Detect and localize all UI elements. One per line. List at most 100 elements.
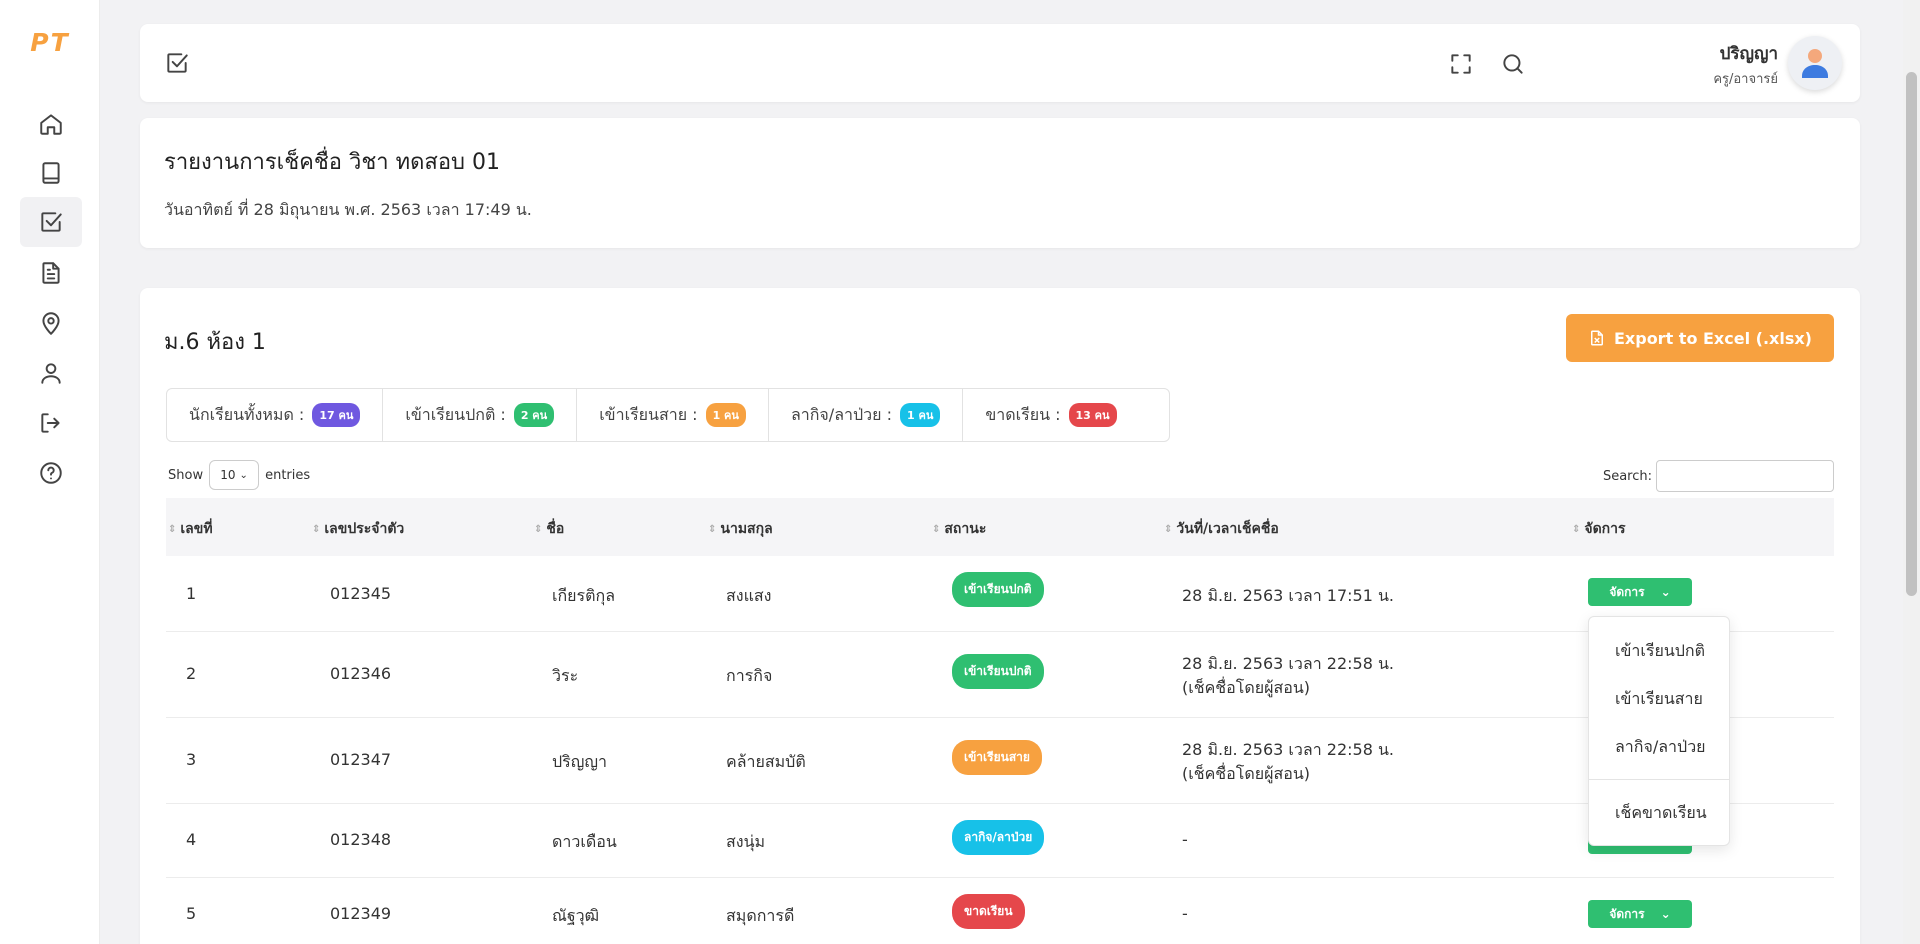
col-header-number[interactable]: ⇕ เลขที่ bbox=[168, 518, 213, 540]
menu-item-leave[interactable]: ลากิจ/ลาป่วย bbox=[1615, 735, 1706, 760]
col-header-last-name[interactable]: ⇕ นามสกุล bbox=[708, 518, 773, 540]
attendance-summary: นักเรียนทั้งหมด : 17 คน เข้าเรียนปกติ : … bbox=[166, 388, 1170, 442]
nav-home[interactable] bbox=[20, 99, 82, 149]
document-icon bbox=[42, 262, 60, 284]
cell-last-name: การกิจ bbox=[726, 666, 773, 685]
home-icon bbox=[40, 114, 62, 135]
user-role: ครู/อาจารย์ bbox=[1713, 72, 1778, 87]
app-logo[interactable]: PT bbox=[0, 28, 100, 57]
cell-student-id: 012349 bbox=[330, 904, 392, 923]
col-header-student-id[interactable]: ⇕ เลขประจำตัว bbox=[312, 518, 404, 540]
table-row: 1 012345 เกียรติกุล สงแสง เข้าเรียนปกติ … bbox=[166, 556, 1834, 632]
cell-checkin-time: 28 มิ.ย. 2563 เวลา 22:58 น. bbox=[1182, 654, 1394, 673]
entries-select[interactable]: 10 ⌄ bbox=[209, 460, 260, 490]
summary-total: นักเรียนทั้งหมด : 17 คน bbox=[167, 389, 384, 441]
sort-icon: ⇕ bbox=[312, 523, 321, 535]
nav-logout[interactable] bbox=[20, 398, 82, 448]
cell-number: 5 bbox=[186, 904, 197, 923]
search-label: Search: bbox=[1602, 468, 1652, 484]
status-badge: ลากิจ/ลาป่วย bbox=[952, 820, 1045, 855]
nav-help[interactable] bbox=[20, 448, 82, 498]
location-pin-icon bbox=[42, 312, 60, 335]
export-label: Export to Excel (.xlsx) bbox=[1613, 328, 1812, 348]
col-header-manage[interactable]: ⇕ จัดการ bbox=[1572, 518, 1626, 540]
excel-file-icon bbox=[1590, 330, 1603, 346]
sort-icon: ⇕ bbox=[1164, 523, 1173, 535]
cell-last-name: สมุดการดี bbox=[726, 906, 795, 925]
top-bar: ปริญญา ครู/อาจารย์ bbox=[140, 24, 1860, 102]
avatar[interactable] bbox=[1788, 36, 1842, 90]
cell-checkin-note: (เช็คชื่อโดยผู้สอน) bbox=[1182, 764, 1311, 783]
nav-book[interactable] bbox=[20, 148, 82, 198]
sidebar: PT bbox=[0, 0, 100, 944]
cell-student-id: 012346 bbox=[330, 664, 392, 683]
nav-profile[interactable] bbox=[20, 348, 82, 398]
user-icon bbox=[41, 363, 61, 384]
entries-control: Show 10 ⌄ entries bbox=[168, 460, 310, 490]
cell-first-name: เกียรติกุล bbox=[552, 586, 616, 605]
user-name: ปริญญา bbox=[1719, 44, 1778, 64]
chevron-down-icon: ⌄ bbox=[1660, 585, 1671, 599]
col-header-status[interactable]: ⇕ สถานะ bbox=[932, 518, 986, 540]
col-header-first-name[interactable]: ⇕ ชื่อ bbox=[534, 518, 564, 540]
nav-document[interactable] bbox=[20, 248, 82, 298]
scrollbar-thumb[interactable] bbox=[1906, 72, 1917, 596]
page-scrollbar[interactable] bbox=[1903, 0, 1920, 944]
cell-student-id: 012345 bbox=[330, 584, 392, 603]
manage-button[interactable]: จัดการ⌄ bbox=[1588, 578, 1692, 606]
report-title: รายงานการเช็คชื่อ วิชา ทดสอบ 01 bbox=[164, 150, 501, 175]
table-row: 3 012347 ปริญญา คล้ายสมบัติ เข้าเรียนสาย… bbox=[166, 718, 1834, 804]
cell-number: 3 bbox=[186, 750, 197, 769]
report-date: วันอาทิตย์ ที่ 28 มิถุนายน พ.ศ. 2563 เวล… bbox=[164, 200, 532, 219]
sort-icon: ⇕ bbox=[534, 523, 543, 535]
cell-first-name: ดาวเดือน bbox=[552, 832, 617, 851]
menu-item-late[interactable]: เข้าเรียนสาย bbox=[1615, 687, 1703, 712]
count-badge: 13 คน bbox=[1068, 403, 1117, 427]
nav-location[interactable] bbox=[20, 298, 82, 348]
sort-icon: ⇕ bbox=[1572, 523, 1581, 535]
nav-attendance[interactable] bbox=[20, 197, 82, 247]
fullscreen-icon[interactable] bbox=[1448, 51, 1474, 77]
menu-divider bbox=[1589, 779, 1729, 780]
export-excel-button[interactable]: Export to Excel (.xlsx) bbox=[1566, 314, 1834, 362]
summary-present: เข้าเรียนปกติ : 2 คน bbox=[383, 389, 578, 441]
cell-checkin-time: - bbox=[1182, 904, 1188, 923]
cell-number: 1 bbox=[186, 584, 197, 603]
chevron-down-icon: ⌄ bbox=[1660, 907, 1671, 921]
table-row: 4 012348 ดาวเดือน สงนุ่ม ลากิจ/ลาป่วย - … bbox=[166, 804, 1834, 878]
cell-last-name: สงแสง bbox=[726, 586, 772, 605]
sort-icon: ⇕ bbox=[708, 523, 717, 535]
status-badge: เข้าเรียนสาย bbox=[952, 740, 1042, 775]
sort-icon: ⇕ bbox=[932, 523, 941, 535]
menu-item-absent[interactable]: เช็คขาดเรียน bbox=[1615, 801, 1707, 826]
cell-checkin-time: 28 มิ.ย. 2563 เวลา 17:51 น. bbox=[1182, 586, 1394, 605]
menu-item-present[interactable]: เข้าเรียนปกติ bbox=[1615, 639, 1705, 664]
logout-icon bbox=[41, 413, 60, 433]
count-badge: 2 คน bbox=[513, 403, 555, 427]
search-icon[interactable] bbox=[1500, 51, 1526, 77]
table-row: 5 012349 ณัฐวุฒิ สมุดการดี ขาดเรียน - จั… bbox=[166, 878, 1834, 944]
cell-student-id: 012348 bbox=[330, 830, 392, 849]
count-badge: 1 คน bbox=[899, 403, 941, 427]
checkbox-icon bbox=[41, 212, 62, 232]
entries-label: entries bbox=[265, 467, 311, 483]
book-icon bbox=[42, 162, 60, 184]
table-row: 2 012346 วิระ การกิจ เข้าเรียนปกติ 28 มิ… bbox=[166, 632, 1834, 718]
summary-absent: ขาดเรียน : 13 คน bbox=[963, 389, 1138, 441]
manage-button[interactable]: จัดการ⌄ bbox=[1588, 900, 1692, 928]
col-header-checkin-time[interactable]: ⇕ วันที่/เวลาเช็คชื่อ bbox=[1164, 518, 1279, 540]
table-search: Search: bbox=[1603, 460, 1834, 492]
cell-checkin-time: - bbox=[1182, 830, 1188, 849]
sort-icon: ⇕ bbox=[168, 523, 177, 535]
cell-last-name: สงนุ่ม bbox=[726, 832, 766, 851]
cell-checkin-time: 28 มิ.ย. 2563 เวลา 22:58 น. bbox=[1182, 740, 1394, 759]
cell-number: 2 bbox=[186, 664, 197, 683]
status-badge: เข้าเรียนปกติ bbox=[952, 572, 1044, 607]
count-badge: 17 คน bbox=[312, 403, 361, 427]
checkbox-icon bbox=[164, 50, 190, 76]
help-icon bbox=[40, 462, 62, 484]
search-input[interactable] bbox=[1656, 460, 1834, 492]
cell-number: 4 bbox=[186, 830, 197, 849]
cell-first-name: ณัฐวุฒิ bbox=[552, 906, 600, 925]
cell-student-id: 012347 bbox=[330, 750, 392, 769]
